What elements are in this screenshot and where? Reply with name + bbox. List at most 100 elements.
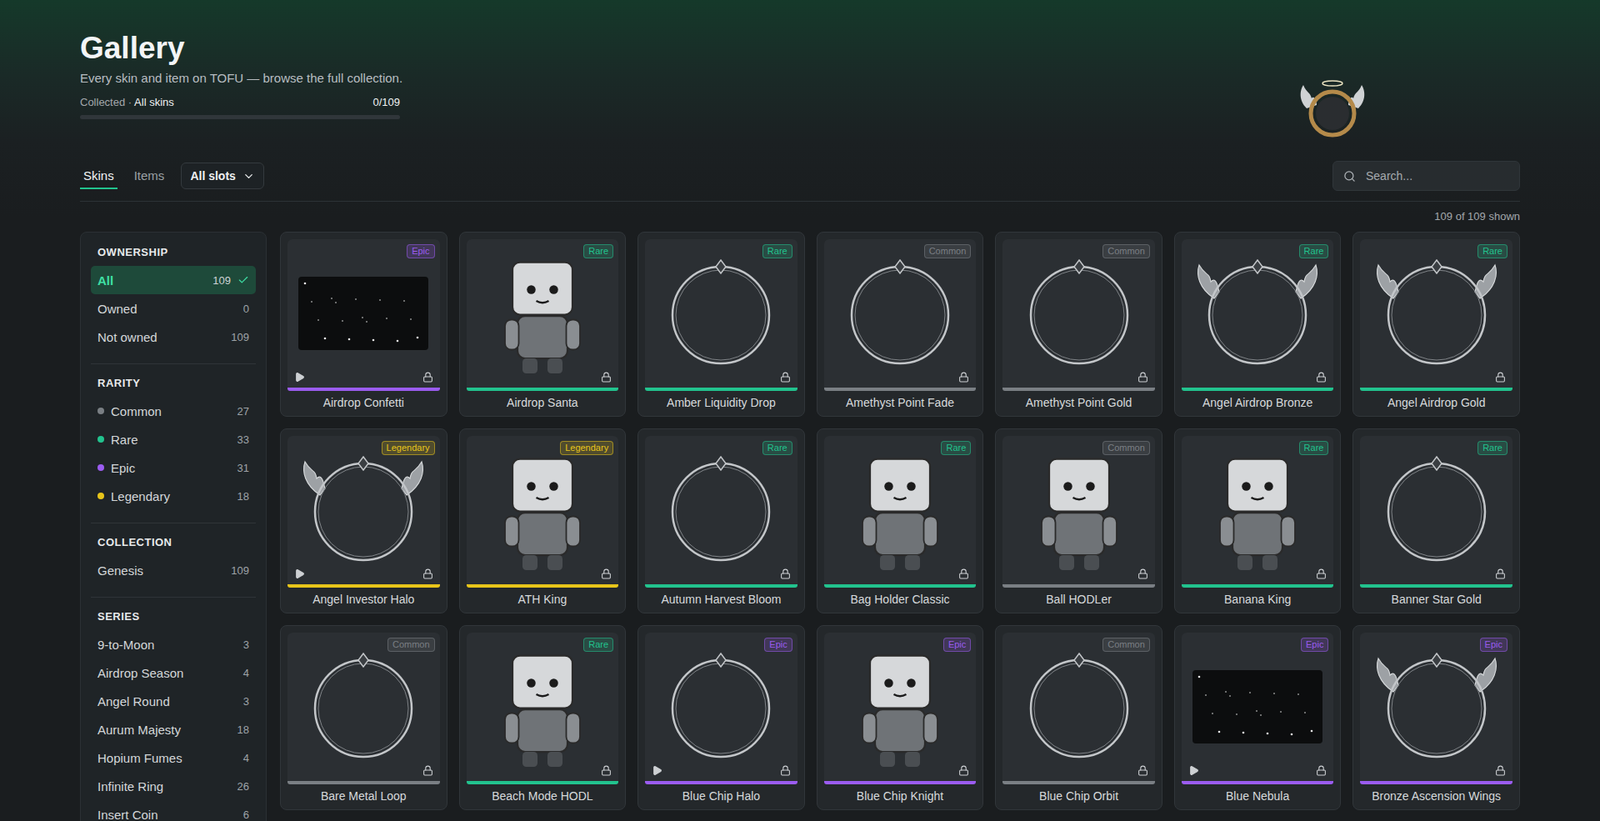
play-button[interactable] <box>1188 765 1200 776</box>
lock-badge <box>1495 568 1506 580</box>
skin-card[interactable]: RareBag Holder Classic <box>816 428 985 614</box>
skin-card[interactable]: CommonBlue Chip Orbit <box>995 625 1163 810</box>
skin-card[interactable]: RareAmber Liquidity Drop <box>637 231 805 417</box>
rarity-badge: Epic <box>1480 637 1508 652</box>
play-icon <box>651 765 663 776</box>
filter-item[interactable]: Airdrop Season4 <box>90 658 256 687</box>
filter-item[interactable]: Genesis109 <box>90 555 256 585</box>
filter-item[interactable]: Not owned109 <box>90 322 256 351</box>
rarity-bar <box>1360 780 1513 785</box>
chevron-down-icon <box>242 170 255 183</box>
nebula-scene-icon <box>1192 670 1323 744</box>
rarity-badge: Rare <box>1477 440 1508 455</box>
rarity-bar <box>645 780 798 785</box>
rarity-bar <box>466 387 620 391</box>
rarity-badge: Legendary <box>381 440 435 455</box>
ring-frame-icon <box>296 640 430 774</box>
lock-badge <box>780 568 791 580</box>
slot-dropdown[interactable]: All slots <box>180 162 264 190</box>
filter-item[interactable]: 9-to-Moon3 <box>90 630 256 659</box>
play-button[interactable] <box>294 568 305 580</box>
rarity-badge: Rare <box>583 637 614 652</box>
skin-card[interactable]: EpicBronze Ascension Wings <box>1352 625 1520 810</box>
character-icon <box>1195 443 1320 577</box>
skin-card[interactable]: CommonBare Metal Loop <box>280 625 448 810</box>
progress-track <box>80 115 400 120</box>
search-input[interactable] <box>1364 168 1510 184</box>
skin-grid: EpicAirdrop ConfettiRareAirdrop SantaRar… <box>280 231 1520 810</box>
tab[interactable]: Items <box>130 163 169 190</box>
skin-art: Epic <box>287 239 440 388</box>
rarity-badge: Rare <box>1299 440 1330 455</box>
rarity-badge: Epic <box>406 244 435 259</box>
rarity-badge: Rare <box>1477 244 1508 259</box>
skin-card[interactable]: RareBeach Mode HODL <box>459 625 627 810</box>
skin-art: Rare <box>645 435 798 585</box>
rarity-bar <box>824 387 977 391</box>
filter-item[interactable]: Aurum Majesty18 <box>90 715 256 744</box>
filter-item[interactable]: Legendary18 <box>90 481 256 510</box>
skin-art: Epic <box>1181 632 1335 781</box>
skin-card[interactable]: RareAutumn Harvest Bloom <box>637 428 805 614</box>
rarity-bar <box>824 780 977 785</box>
lock-badge <box>1137 568 1149 580</box>
play-button[interactable] <box>294 371 305 383</box>
lock-badge <box>422 765 434 776</box>
skin-card[interactable]: RareBanana King <box>1174 428 1342 614</box>
skin-card[interactable]: RareAngel Airdrop Bronze <box>1174 231 1342 417</box>
winged-frame-icon <box>1370 640 1504 774</box>
skin-card[interactable]: RareAngel Airdrop Gold <box>1352 231 1520 417</box>
rarity-bar <box>1181 584 1335 588</box>
rarity-badge: Rare <box>1299 244 1330 259</box>
filter-item[interactable]: All109 <box>90 265 256 295</box>
lock-icon <box>600 371 612 383</box>
character-icon <box>480 246 605 380</box>
skin-card[interactable]: Rare Banner Star Gold <box>1352 428 1520 614</box>
skin-card[interactable]: CommonAmethyst Point Fade <box>816 231 985 417</box>
filter-item[interactable]: Owned0 <box>90 294 256 323</box>
lock-badge <box>1495 371 1506 383</box>
skin-card[interactable]: EpicBlue Chip Knight <box>816 625 985 810</box>
filter-item[interactable]: Epic31 <box>90 453 256 482</box>
skin-art: Rare <box>1360 239 1513 388</box>
skin-card[interactable]: CommonAmethyst Point Gold <box>995 231 1163 417</box>
section-title: COLLECTION <box>90 535 256 550</box>
rarity-dot <box>97 407 105 415</box>
skin-art: Epic <box>1360 632 1513 781</box>
lock-icon <box>780 371 791 383</box>
skin-card[interactable]: LegendaryAngel Investor Halo <box>280 428 448 614</box>
filter-item[interactable]: Angel Round3 <box>90 686 256 715</box>
skin-name: Amethyst Point Gold <box>1002 390 1155 416</box>
character-icon <box>837 443 963 577</box>
ring-frame-icon <box>654 640 788 774</box>
lock-badge <box>600 765 612 776</box>
skin-art: Rare <box>1181 435 1335 585</box>
skin-name: Airdrop Confetti <box>287 390 440 416</box>
lock-badge <box>1315 765 1327 776</box>
ring-frame-icon <box>833 246 967 380</box>
rarity-bar <box>645 387 798 391</box>
filter-item[interactable]: Infinite Ring26 <box>90 771 256 800</box>
lock-badge <box>1137 371 1149 383</box>
skin-card[interactable]: LegendaryATH King <box>459 428 627 614</box>
skin-card[interactable]: EpicBlue Chip Halo <box>637 625 805 810</box>
filter-item[interactable]: Insert Coin6 <box>90 800 256 821</box>
skin-name: Airdrop Santa <box>466 390 620 416</box>
play-button[interactable] <box>651 765 663 776</box>
tab[interactable]: Skins <box>80 163 118 190</box>
filter-item[interactable]: Rare33 <box>90 425 256 454</box>
search-box[interactable] <box>1332 160 1520 191</box>
skin-name: ATH King <box>466 587 620 613</box>
ring-frame-icon <box>1370 443 1504 577</box>
skin-card[interactable]: CommonBall HODLer <box>995 428 1163 614</box>
rarity-bar <box>824 584 977 588</box>
skin-name: Blue Chip Orbit <box>1002 784 1155 810</box>
filter-item[interactable]: Common27 <box>90 396 256 425</box>
skin-card[interactable]: Epic Airdrop Confetti <box>280 231 448 417</box>
filter-item[interactable]: Hopium Fumes4 <box>90 743 256 772</box>
skin-name: Banner Star Gold <box>1360 587 1513 613</box>
lock-badge <box>600 568 612 580</box>
lock-badge <box>1137 765 1149 776</box>
skin-card[interactable]: EpicBlue Nebula <box>1174 625 1342 810</box>
skin-card[interactable]: RareAirdrop Santa <box>459 231 627 417</box>
